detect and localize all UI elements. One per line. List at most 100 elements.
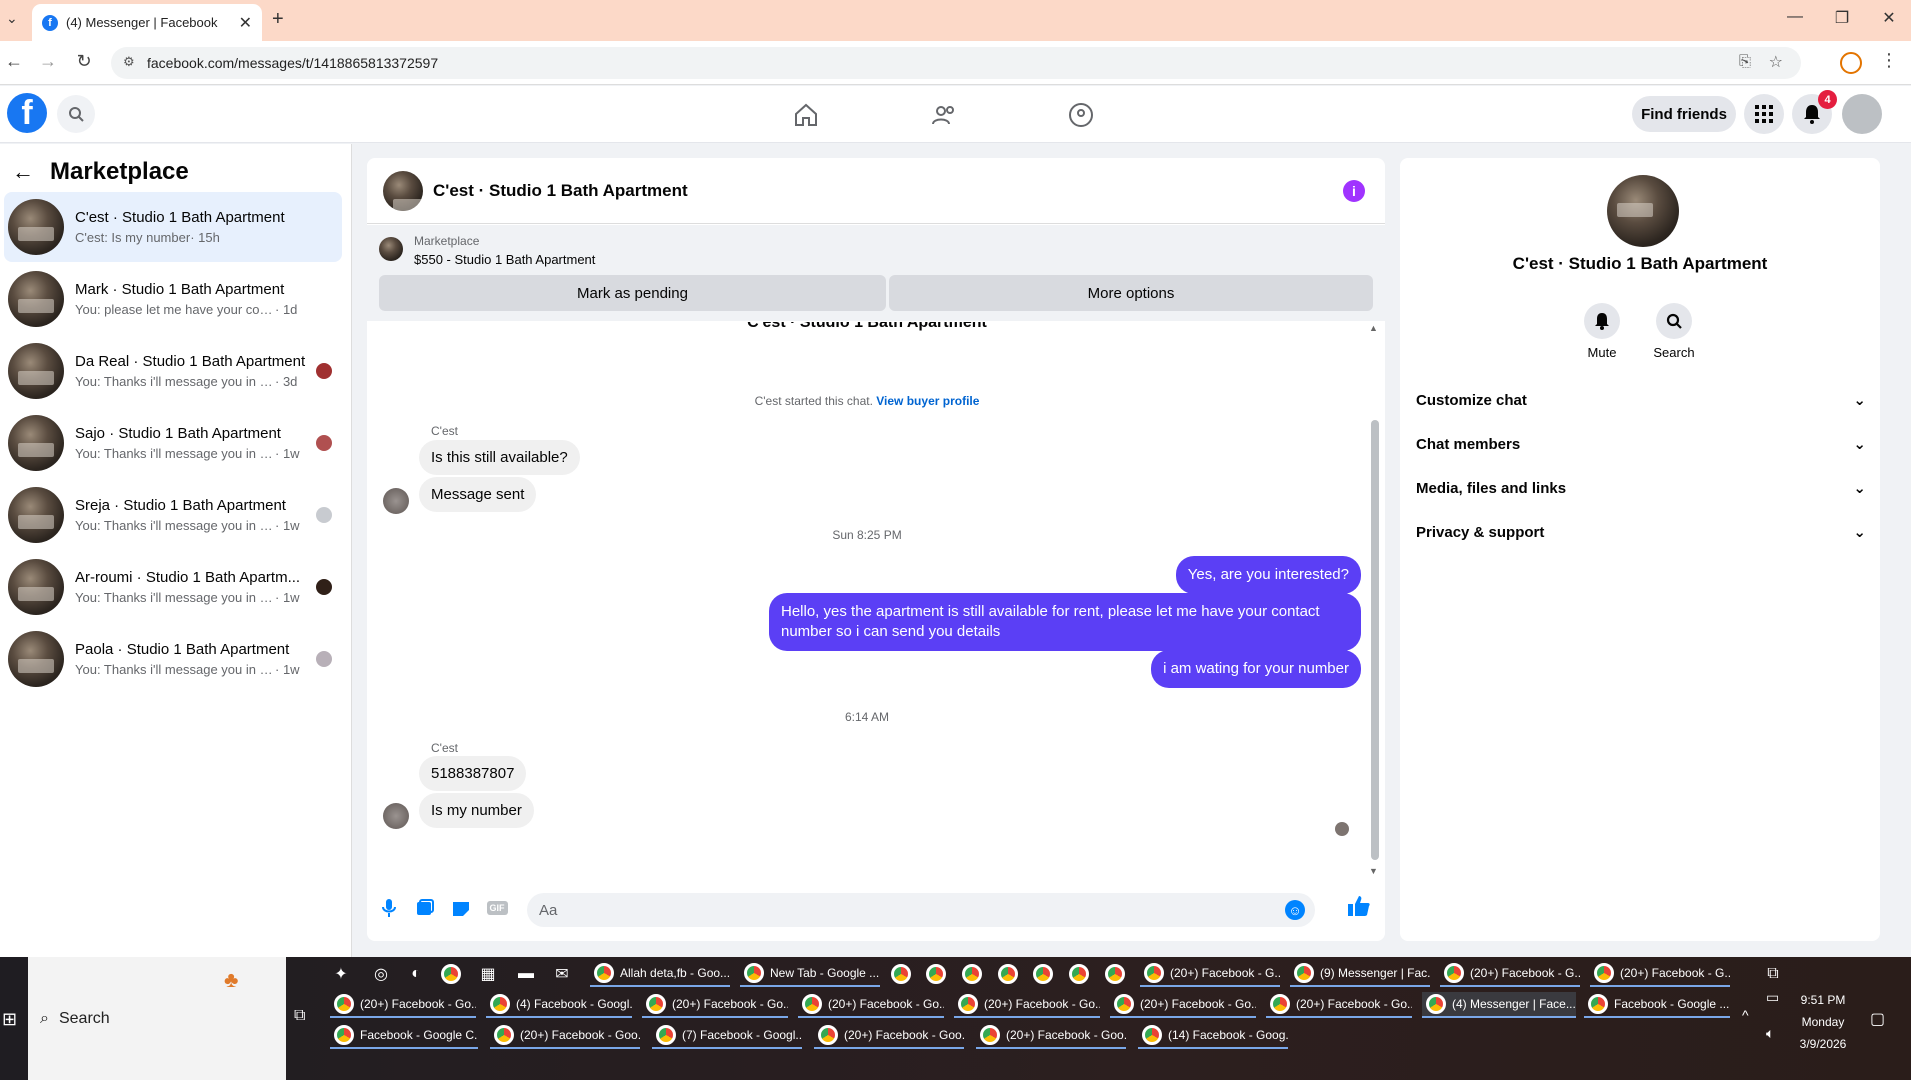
menu-kebab-icon[interactable]: ⋮ bbox=[1880, 50, 1898, 71]
copilot-icon[interactable]: ✦ bbox=[330, 963, 352, 985]
conversation-item[interactable]: Sreja · Studio 1 Bath Apartment You: Tha… bbox=[4, 480, 342, 550]
chrome-icon[interactable] bbox=[1032, 963, 1054, 985]
edge-icon[interactable]: ◐ bbox=[405, 963, 427, 985]
taskbar-window[interactable]: (20+) Facebook - G... bbox=[1590, 961, 1730, 987]
chrome-icon[interactable] bbox=[961, 963, 983, 985]
task-view-icon[interactable]: ⧉ bbox=[294, 1007, 305, 1025]
chrome-icon[interactable] bbox=[997, 963, 1019, 985]
chrome-icon[interactable] bbox=[1068, 963, 1090, 985]
taskbar-window[interactable]: (20+) Facebook - Go... bbox=[798, 992, 944, 1018]
outgoing-message[interactable]: i am wating for your number bbox=[1151, 650, 1361, 688]
minimize-icon[interactable]: — bbox=[1780, 8, 1810, 26]
forward-icon[interactable]: → bbox=[36, 51, 60, 72]
outlook-icon[interactable]: ✉ bbox=[551, 963, 573, 985]
new-tab-icon[interactable]: + bbox=[272, 8, 284, 31]
taskbar-window[interactable]: (4) Facebook - Googl... bbox=[486, 992, 632, 1018]
browser-tab-active[interactable]: f (4) Messenger | Facebook ✕ bbox=[32, 4, 262, 41]
scroll-down-icon[interactable]: ▼ bbox=[1369, 866, 1378, 876]
conversation-item[interactable]: Ar-roumi · Studio 1 Bath Apartm... You: … bbox=[4, 552, 342, 622]
reload-icon[interactable]: ↻ bbox=[72, 51, 96, 72]
search-in-chat-button[interactable]: Search bbox=[1639, 303, 1709, 360]
taskbar-window[interactable]: (20+) Facebook - Goo... bbox=[976, 1023, 1126, 1049]
store-icon[interactable]: ▦ bbox=[477, 963, 499, 985]
profile-icon[interactable] bbox=[1840, 52, 1862, 74]
listing-title[interactable]: $550 - Studio 1 Bath Apartment bbox=[414, 252, 595, 267]
emoji-icon[interactable]: ☺ bbox=[1285, 900, 1305, 920]
tray-chevron-up-icon[interactable]: ^ bbox=[1742, 1007, 1749, 1023]
chrome-icon[interactable] bbox=[440, 963, 462, 985]
incoming-message[interactable]: 5188387807 bbox=[419, 756, 527, 791]
microphone-icon[interactable] bbox=[375, 894, 403, 922]
conversation-item[interactable]: Sajo · Studio 1 Bath Apartment You: Than… bbox=[4, 408, 342, 478]
view-buyer-profile-link[interactable]: View buyer profile bbox=[876, 394, 979, 408]
more-options-button[interactable]: More options bbox=[889, 275, 1373, 311]
chat-members-section[interactable]: Chat members ⌄ bbox=[1416, 424, 1866, 464]
taskbar-window[interactable]: Allah deta,fb - Goo... bbox=[590, 961, 730, 987]
friends-icon[interactable] bbox=[929, 100, 959, 130]
taskbar-window[interactable]: (20+) Facebook - Go... bbox=[1266, 992, 1412, 1018]
address-bar[interactable]: ⚙ facebook.com/messages/t/14188658133725… bbox=[111, 47, 1801, 79]
media-files-links-section[interactable]: Media, files and links ⌄ bbox=[1416, 468, 1866, 508]
taskbar-window[interactable]: (20+) Facebook - Goo... bbox=[490, 1023, 640, 1049]
taskbar-window[interactable]: Facebook - Google C... bbox=[330, 1023, 478, 1049]
notification-center-icon[interactable]: ▢ bbox=[1870, 1009, 1885, 1029]
back-icon[interactable]: ← bbox=[2, 51, 26, 72]
bookmark-star-icon[interactable]: ☆ bbox=[1769, 52, 1783, 72]
windows-start-icon[interactable]: ⊞ bbox=[2, 1009, 17, 1030]
listing-thumbnail[interactable] bbox=[379, 237, 403, 261]
conversation-item[interactable]: Da Real · Studio 1 Bath Apartment You: T… bbox=[4, 336, 342, 406]
taskbar-window-active[interactable]: (4) Messenger | Face... bbox=[1422, 992, 1576, 1018]
incoming-message[interactable]: Is my number bbox=[419, 793, 534, 828]
customize-chat-section[interactable]: Customize chat ⌄ bbox=[1416, 380, 1866, 420]
conversation-item[interactable]: Paola · Studio 1 Bath Apartment You: Tha… bbox=[4, 624, 342, 694]
site-info-icon[interactable]: ⚙ bbox=[123, 54, 135, 70]
app-icon[interactable]: ◎ bbox=[370, 963, 392, 985]
tab-search-icon[interactable]: ⌄ bbox=[6, 10, 18, 27]
photo-icon[interactable] bbox=[411, 894, 439, 922]
outgoing-message[interactable]: Yes, are you interested? bbox=[1175, 556, 1361, 594]
back-arrow-icon[interactable]: ← bbox=[12, 159, 34, 185]
account-avatar[interactable] bbox=[1842, 94, 1882, 134]
close-tab-icon[interactable]: ✕ bbox=[239, 13, 252, 33]
facebook-logo-icon[interactable]: f bbox=[7, 93, 47, 133]
taskbar-window[interactable]: (20+) Facebook - Go... bbox=[954, 992, 1100, 1018]
find-friends-button[interactable]: Find friends bbox=[1632, 96, 1736, 132]
file-explorer-icon[interactable]: ▬ bbox=[515, 963, 537, 985]
avatar[interactable] bbox=[383, 170, 423, 211]
taskbar-window[interactable]: (20+) Facebook - Go... bbox=[1110, 992, 1256, 1018]
contact-avatar[interactable] bbox=[1607, 175, 1679, 247]
volume-icon[interactable]: 🔈︎ bbox=[1766, 1025, 1774, 1042]
sticker-icon[interactable] bbox=[447, 894, 475, 922]
taskbar-window[interactable]: (20+) Facebook - Goo... bbox=[814, 1023, 964, 1049]
overflow-icon[interactable]: ⧉ bbox=[1762, 963, 1784, 985]
message-input[interactable]: Aa ☺ bbox=[527, 893, 1315, 927]
taskbar-search[interactable]: ⌕ Search ♣ bbox=[28, 957, 286, 1080]
menu-grid-icon[interactable] bbox=[1744, 94, 1784, 134]
groups-icon[interactable] bbox=[1066, 100, 1096, 130]
restore-icon[interactable]: ❐ bbox=[1827, 8, 1857, 28]
network-icon[interactable]: ▭ bbox=[1766, 989, 1779, 1006]
gif-icon[interactable]: GIF bbox=[483, 894, 511, 922]
chat-title[interactable]: C'est · Studio 1 Bath Apartment bbox=[433, 181, 1343, 201]
taskbar-window[interactable]: New Tab - Google ... bbox=[740, 961, 880, 987]
sender-avatar[interactable] bbox=[383, 803, 409, 829]
taskbar-window[interactable]: (20+) Facebook - G... bbox=[1440, 961, 1580, 987]
taskbar-window[interactable]: (14) Facebook - Goog... bbox=[1138, 1023, 1288, 1049]
conversation-item[interactable]: Mark · Studio 1 Bath Apartment You: plea… bbox=[4, 264, 342, 334]
chrome-icon[interactable] bbox=[890, 963, 912, 985]
chat-scrollbar[interactable] bbox=[1371, 420, 1379, 860]
info-icon[interactable]: i bbox=[1343, 179, 1365, 202]
taskbar-window[interactable]: (20+) Facebook - Go... bbox=[642, 992, 788, 1018]
taskbar-clock[interactable]: 9:51 PM Monday 3/9/2026 bbox=[1793, 989, 1853, 1055]
incoming-message[interactable]: Is this still available? bbox=[419, 440, 580, 475]
taskbar-window[interactable]: (20+) Facebook - Go... bbox=[330, 992, 476, 1018]
incoming-message[interactable]: Message sent bbox=[419, 477, 537, 512]
taskbar-window[interactable]: Facebook - Google ... bbox=[1584, 992, 1730, 1018]
conversation-item[interactable]: C'est · Studio 1 Bath Apartment C'est: I… bbox=[4, 192, 342, 262]
home-icon[interactable] bbox=[791, 100, 821, 130]
sender-avatar[interactable] bbox=[383, 488, 409, 514]
privacy-support-section[interactable]: Privacy & support ⌄ bbox=[1416, 512, 1866, 552]
scroll-up-icon[interactable]: ▲ bbox=[1369, 323, 1378, 333]
search-icon[interactable] bbox=[57, 95, 95, 133]
chrome-icon[interactable] bbox=[1104, 963, 1126, 985]
